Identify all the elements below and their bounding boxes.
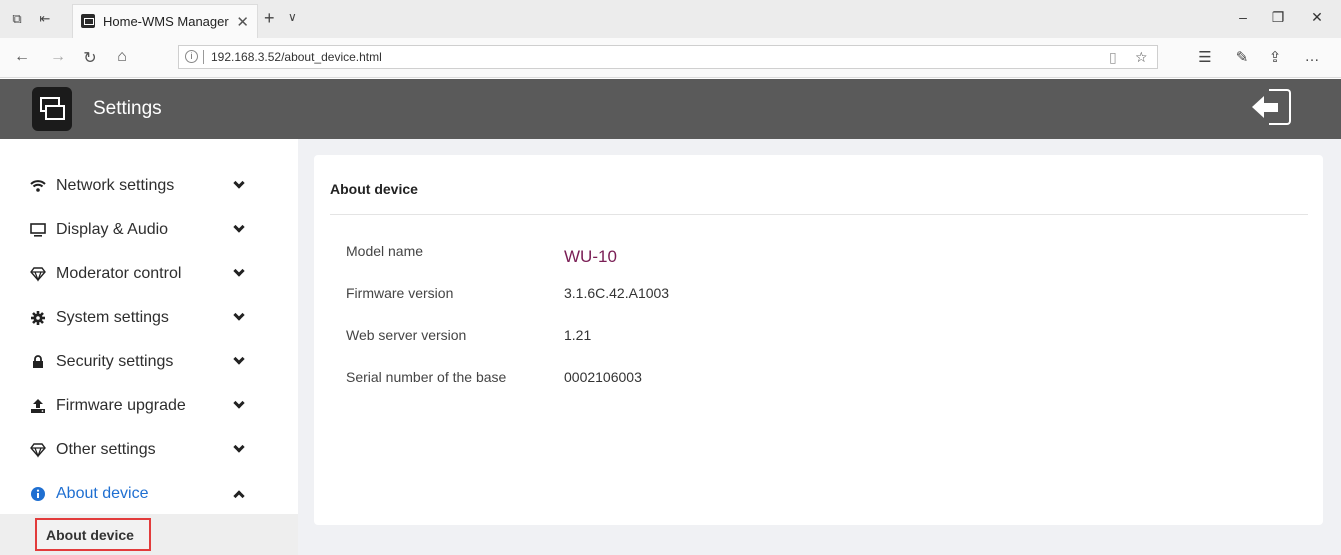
pen-icon[interactable]: ✎: [1232, 48, 1252, 66]
address-separator: [203, 50, 204, 64]
reading-view-icon[interactable]: ▯: [1109, 49, 1117, 66]
firmware-version-value: 3.1.6C.42.A1003: [564, 285, 670, 301]
info-icon: [30, 486, 46, 502]
back-icon[interactable]: ←: [12, 48, 32, 66]
chevron-down-icon: [233, 177, 245, 193]
sidebar-item-label: Security settings: [56, 353, 174, 370]
address-url[interactable]: 192.168.3.52/about_device.html: [211, 50, 382, 64]
window-close-icon[interactable]: ✕: [1307, 9, 1327, 26]
sidebar: Network settings Display & Audio Moderat…: [0, 139, 298, 555]
serial-number-label: Serial number of the base: [346, 369, 507, 385]
sidebar-item-label: Other settings: [56, 441, 156, 458]
sidebar-item-moderator-control[interactable]: Moderator control: [0, 252, 298, 296]
sidebar-item-other-settings[interactable]: Other settings: [0, 428, 298, 472]
chevron-down-icon: [233, 221, 245, 237]
wifi-icon: [30, 178, 46, 194]
sidebar-item-label: Firmware upgrade: [56, 397, 186, 414]
web-server-version-label: Web server version: [346, 327, 467, 343]
lock-icon: [30, 354, 46, 370]
sidebar-item-label: Display & Audio: [56, 221, 169, 238]
chevron-down-icon: [233, 309, 245, 325]
restore-icon[interactable]: ❐: [1268, 9, 1288, 26]
firmware-version-label: Firmware version: [346, 285, 454, 301]
tab-title: Home-WMS Manager: [103, 14, 229, 29]
sidebar-item-security-settings[interactable]: Security settings: [0, 340, 298, 384]
share-icon[interactable]: ⇪: [1265, 48, 1285, 66]
diamond-icon: [30, 442, 46, 458]
about-device-card: About device Model name WU-10 Firmware v…: [314, 155, 1323, 525]
card-title: About device: [330, 181, 418, 197]
set-tabs-aside-icon[interactable]: ⇤: [36, 10, 54, 28]
browser-tab-bar: ⧉ ⇤ Home-WMS Manager ✕ + ∨ – ❐ ✕: [0, 0, 1341, 38]
sidebar-item-label: Network settings: [56, 177, 175, 194]
sidebar-item-firmware-upgrade[interactable]: Firmware upgrade: [0, 384, 298, 428]
address-bar[interactable]: i 192.168.3.52/about_device.html ▯ ☆: [178, 45, 1158, 69]
browser-nav-bar: ← → ↻ ⌂ i 192.168.3.52/about_device.html…: [0, 38, 1341, 78]
favorites-list-icon[interactable]: ☰: [1195, 48, 1215, 66]
chevron-down-icon: [233, 265, 245, 281]
tab-close-icon[interactable]: ✕: [236, 13, 249, 31]
tab-list-chevron-icon[interactable]: ∨: [288, 10, 297, 24]
home-icon[interactable]: ⌂: [112, 48, 132, 66]
more-icon[interactable]: …: [1302, 48, 1322, 65]
logout-icon[interactable]: [1252, 89, 1300, 127]
web-server-version-value: 1.21: [564, 327, 592, 343]
diamond-icon: [30, 266, 46, 282]
sidebar-item-display-audio[interactable]: Display & Audio: [0, 208, 298, 252]
sidebar-item-about-device[interactable]: About device: [0, 472, 298, 516]
submenu-item-label: About device: [46, 527, 134, 543]
app-logo-icon: [32, 87, 72, 131]
model-name-value: WU-10: [564, 247, 617, 266]
sidebar-submenu: About device: [0, 514, 298, 555]
sidebar-item-system-settings[interactable]: System settings: [0, 296, 298, 340]
main-content: About device Model name WU-10 Firmware v…: [298, 139, 1341, 555]
sidebar-item-network-settings[interactable]: Network settings: [0, 164, 298, 208]
model-name-label: Model name: [346, 243, 424, 259]
new-tab-icon[interactable]: +: [264, 8, 275, 29]
sidebar-item-label: Moderator control: [56, 265, 182, 282]
site-info-icon[interactable]: i: [185, 50, 198, 63]
gear-icon: [30, 310, 46, 326]
favorite-star-icon[interactable]: ☆: [1135, 49, 1148, 66]
serial-number-value: 0002106003: [564, 369, 642, 385]
refresh-icon[interactable]: ↻: [80, 48, 100, 68]
chevron-down-icon: [233, 353, 245, 369]
monitor-icon: [30, 222, 46, 238]
tab-manager-icon[interactable]: ⧉: [8, 10, 26, 28]
sidebar-item-label: About device: [56, 485, 149, 502]
page-title: Settings: [93, 98, 162, 119]
app-header: Settings: [0, 79, 1341, 139]
forward-icon[interactable]: →: [48, 48, 68, 66]
tab-favicon-icon: [81, 14, 95, 28]
browser-tab[interactable]: Home-WMS Manager ✕: [72, 4, 258, 38]
submenu-item-about-device[interactable]: About device: [35, 518, 151, 551]
minimize-icon[interactable]: –: [1233, 9, 1253, 25]
chevron-down-icon: [233, 397, 245, 413]
card-divider: [330, 214, 1308, 215]
sidebar-item-label: System settings: [56, 309, 169, 326]
chevron-up-icon: [233, 489, 245, 502]
upload-icon: [30, 398, 46, 414]
chevron-down-icon: [233, 441, 245, 457]
